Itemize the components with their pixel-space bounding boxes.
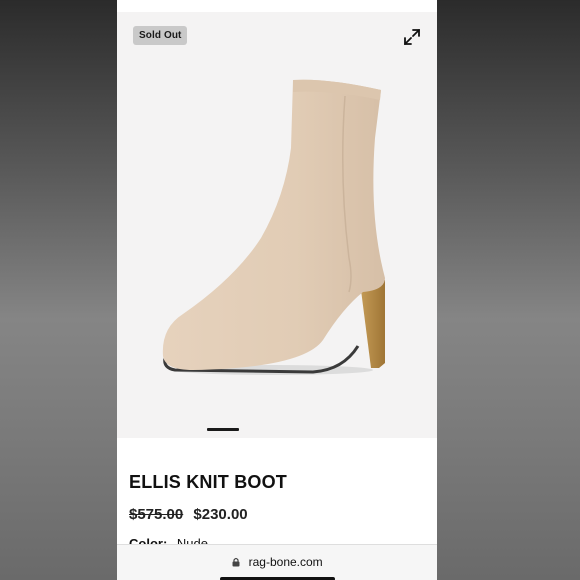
product-title: ELLIS KNIT BOOT bbox=[129, 472, 287, 492]
pagination-active-indicator[interactable] bbox=[207, 428, 239, 431]
phone-screen: Sold Out ELLIS KNIT BOOT $575.00 $230.00… bbox=[117, 0, 437, 580]
expand-arrows-icon[interactable] bbox=[401, 26, 423, 48]
lock-icon bbox=[232, 557, 240, 567]
sold-out-badge: Sold Out bbox=[133, 26, 188, 45]
url-text: rag-bone.com bbox=[248, 555, 323, 569]
gallery-pagination bbox=[117, 428, 437, 432]
sale-price: $230.00 bbox=[193, 506, 248, 523]
background-left bbox=[0, 0, 117, 580]
background-right bbox=[437, 0, 580, 580]
price-row: $575.00 $230.00 bbox=[129, 506, 248, 523]
product-image-boot bbox=[162, 79, 385, 375]
browser-address-bar[interactable]: rag-bone.com bbox=[117, 544, 437, 580]
url-display[interactable]: rag-bone.com bbox=[117, 555, 437, 569]
original-price: $575.00 bbox=[129, 506, 184, 523]
product-gallery[interactable]: Sold Out bbox=[117, 12, 437, 438]
